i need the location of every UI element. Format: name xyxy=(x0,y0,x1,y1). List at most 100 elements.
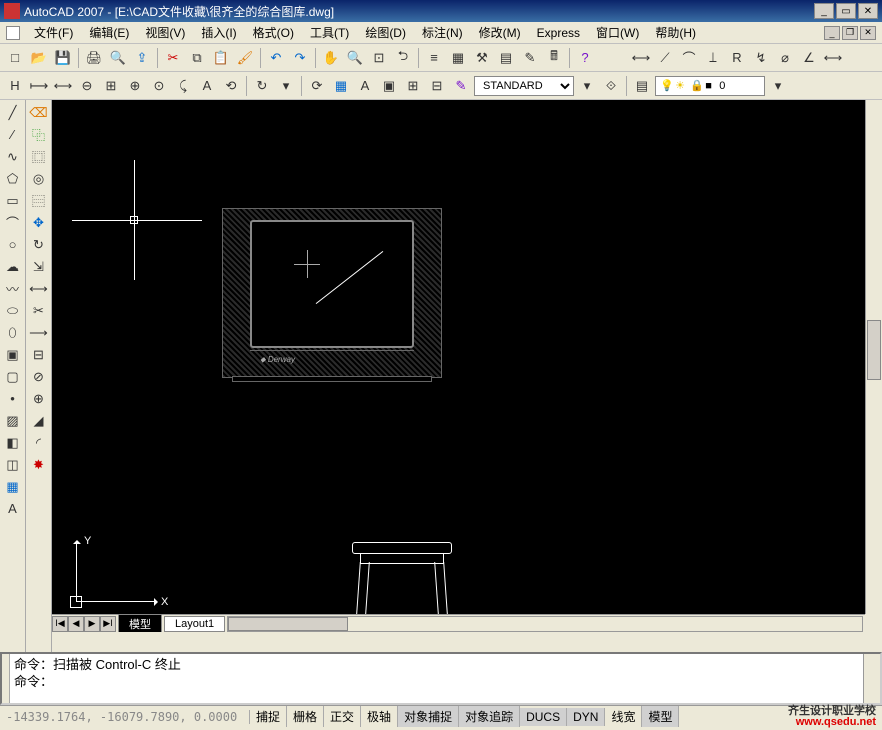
menu-draw[interactable]: 绘图(D) xyxy=(357,22,414,43)
coordinate-display[interactable]: -14339.1764, -16079.7890, 0.0000 xyxy=(0,710,250,724)
table-icon[interactable]: ▦ xyxy=(330,75,352,97)
zoom-rt-icon[interactable]: 🔍 xyxy=(344,47,366,69)
xref-icon[interactable]: ✎ xyxy=(450,75,472,97)
help-icon[interactable]: ? xyxy=(574,47,596,69)
revcloud-icon[interactable]: ☁ xyxy=(2,256,24,277)
grid-toggle[interactable]: 栅格 xyxy=(287,706,324,727)
dimstyle-open-icon[interactable]: ▾ xyxy=(576,75,598,97)
dimtedit-icon[interactable]: ⟲ xyxy=(220,75,242,97)
drawing-canvas[interactable]: ⬥ Derway Y X xyxy=(52,100,865,614)
attdef-icon[interactable]: ⊟ xyxy=(426,75,448,97)
drawtable-icon[interactable]: ▦ xyxy=(2,476,24,497)
reassoc-icon[interactable]: ⟳ xyxy=(306,75,328,97)
dim-arc-icon[interactable]: ⌒ xyxy=(678,47,700,69)
layer-mgr-icon[interactable]: ▤ xyxy=(631,75,653,97)
breakat-icon[interactable]: ⊟ xyxy=(28,344,50,365)
cut-icon[interactable]: ✂ xyxy=(162,47,184,69)
spline-icon[interactable]: 〰 xyxy=(2,278,24,299)
zoom-win-icon[interactable]: ⊡ xyxy=(368,47,390,69)
tab-next-icon[interactable]: ▶ xyxy=(84,616,100,632)
dim-update-icon[interactable]: ↻ xyxy=(251,75,273,97)
lwt-toggle[interactable]: 线宽 xyxy=(605,706,642,727)
circle-icon[interactable]: ○ xyxy=(2,234,24,255)
doc-minimize[interactable]: _ xyxy=(824,26,840,40)
cmd-line-2[interactable]: 命令： xyxy=(14,673,859,690)
designcenter-icon[interactable]: ▦ xyxy=(447,47,469,69)
extend-icon[interactable]: ⟶ xyxy=(28,322,50,343)
open-icon[interactable]: 📂 xyxy=(28,47,50,69)
ellipsearc-icon[interactable]: ⬯ xyxy=(2,322,24,343)
close-button[interactable]: ✕ xyxy=(858,3,878,19)
dim-space-icon[interactable]: ⟷ xyxy=(52,75,74,97)
block-icon2[interactable]: ▣ xyxy=(378,75,400,97)
inspect-icon[interactable]: ⊙ xyxy=(148,75,170,97)
hatch-icon[interactable]: ▨ xyxy=(2,410,24,431)
makeblock-icon[interactable]: ▢ xyxy=(2,366,24,387)
dim-linear-icon[interactable]: ⟷ xyxy=(630,47,652,69)
osnap-toggle[interactable]: 对象捕捉 xyxy=(398,706,459,727)
insertblock-icon[interactable]: ▣ xyxy=(2,344,24,365)
model-toggle[interactable]: 模型 xyxy=(642,706,679,727)
point-icon[interactable]: • xyxy=(2,388,24,409)
calc-icon[interactable]: 🖩 xyxy=(543,47,565,69)
dim-continue-icon[interactable]: ⟼ xyxy=(28,75,50,97)
tab-first-icon[interactable]: I◀ xyxy=(52,616,68,632)
tab-prev-icon[interactable]: ◀ xyxy=(68,616,84,632)
dim-angular-icon[interactable]: ∠ xyxy=(798,47,820,69)
dim-jogged-icon[interactable]: ↯ xyxy=(750,47,772,69)
layer-dropdown-icon[interactable]: ▾ xyxy=(767,75,789,97)
snap-toggle[interactable]: 捕捉 xyxy=(250,706,287,727)
publish-icon[interactable]: ⇪ xyxy=(131,47,153,69)
hscroll-thumb[interactable] xyxy=(228,617,348,631)
mtext-draw-icon[interactable]: A xyxy=(2,498,24,519)
preview-icon[interactable]: 🔍 xyxy=(107,47,129,69)
dyn-toggle[interactable]: DYN xyxy=(567,708,605,726)
pan-icon[interactable]: ✋ xyxy=(320,47,342,69)
erase-icon[interactable]: ⌫ xyxy=(28,102,50,123)
pline-icon[interactable]: ∿ xyxy=(2,146,24,167)
offset-icon[interactable]: ◎ xyxy=(28,168,50,189)
arc-icon[interactable]: ⌒ xyxy=(2,212,24,233)
dim-ordinate-icon[interactable]: ⟘ xyxy=(702,47,724,69)
menu-tools[interactable]: 工具(T) xyxy=(302,22,357,43)
menu-file[interactable]: 文件(F) xyxy=(26,22,81,43)
scale-icon[interactable]: ⇲ xyxy=(28,256,50,277)
trim-icon[interactable]: ✂ xyxy=(28,300,50,321)
join-icon[interactable]: ⊕ xyxy=(28,388,50,409)
tab-layout1[interactable]: Layout1 xyxy=(164,616,225,632)
menu-modify[interactable]: 修改(M) xyxy=(471,22,529,43)
dim-style-mgr-icon[interactable]: ⟐ xyxy=(600,75,622,97)
ellipse-icon[interactable]: ⬭ xyxy=(2,300,24,321)
doc-close[interactable]: ✕ xyxy=(860,26,876,40)
copy-mod-icon[interactable]: ⿻ xyxy=(28,124,50,145)
region-icon[interactable]: ◫ xyxy=(2,454,24,475)
chamfer-icon[interactable]: ◢ xyxy=(28,410,50,431)
ducs-toggle[interactable]: DUCS xyxy=(520,708,567,726)
zoom-prev-icon[interactable]: ⮌ xyxy=(392,47,414,69)
undo-icon[interactable]: ↶ xyxy=(265,47,287,69)
dimstyle-select[interactable]: STANDARD xyxy=(474,76,574,96)
tolerance-icon[interactable]: ⊞ xyxy=(100,75,122,97)
redo-icon[interactable]: ↷ xyxy=(289,47,311,69)
ortho-toggle[interactable]: 正交 xyxy=(324,706,361,727)
gradient-icon[interactable]: ◧ xyxy=(2,432,24,453)
menu-format[interactable]: 格式(O) xyxy=(245,22,302,43)
doc-restore[interactable]: ❐ xyxy=(842,26,858,40)
toolpalette-icon[interactable]: ⚒ xyxy=(471,47,493,69)
menu-express[interactable]: Express xyxy=(529,24,588,42)
paste-icon[interactable]: 📋 xyxy=(210,47,232,69)
otrack-toggle[interactable]: 对象追踪 xyxy=(459,706,520,727)
tab-last-icon[interactable]: ▶I xyxy=(100,616,116,632)
sheetset-icon[interactable]: ▤ xyxy=(495,47,517,69)
dim-quick-icon[interactable]: ⟷ xyxy=(822,47,844,69)
xline-icon[interactable]: ∕ xyxy=(2,124,24,145)
polygon-icon[interactable]: ⬠ xyxy=(2,168,24,189)
break-icon[interactable]: ⊘ xyxy=(28,366,50,387)
dim-style-icon[interactable]: ▾ xyxy=(275,75,297,97)
menu-window[interactable]: 窗口(W) xyxy=(588,22,647,43)
plot-icon[interactable]: 🖨 xyxy=(83,47,105,69)
mtext-icon[interactable]: A xyxy=(354,75,376,97)
centermark-icon[interactable]: ⊕ xyxy=(124,75,146,97)
line-icon[interactable]: ╱ xyxy=(2,102,24,123)
rotate-icon[interactable]: ↻ xyxy=(28,234,50,255)
